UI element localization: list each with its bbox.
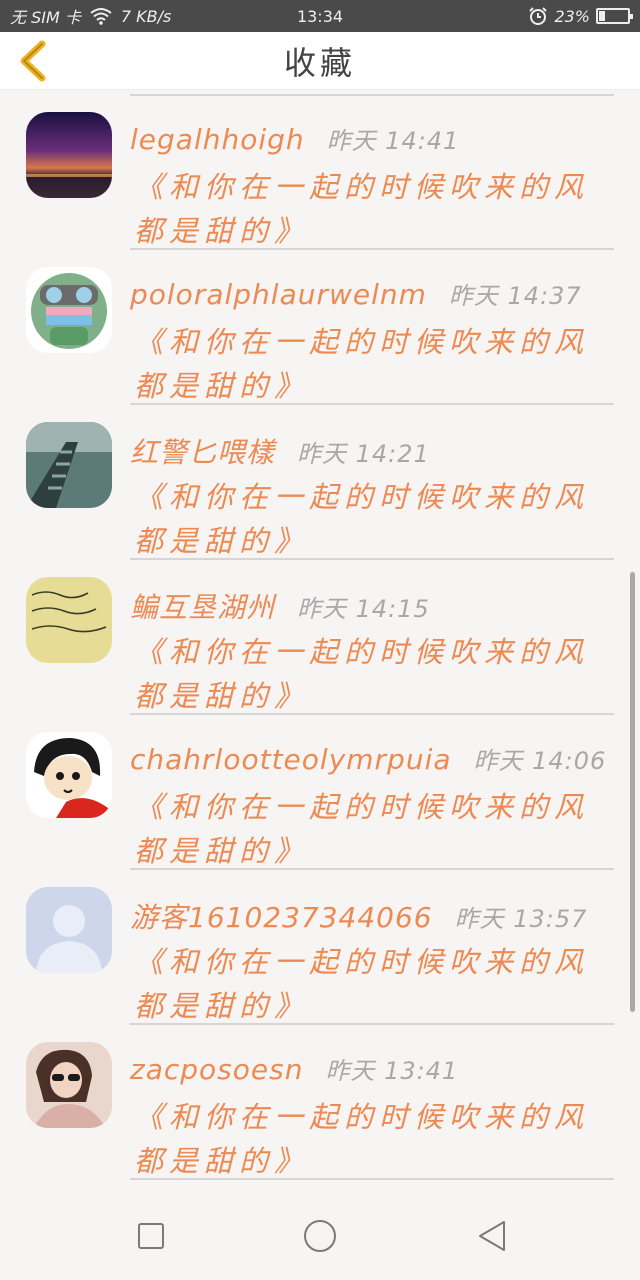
avatar[interactable] [26, 112, 112, 198]
username[interactable]: poloralphlaurwelnm [130, 278, 427, 311]
list-item[interactable]: 游客1610237344066 昨天 13:57 《和你在一起的时候吹来的风都是… [0, 870, 640, 1025]
message-text: 《和你在一起的时候吹来的风都是甜的》 [134, 635, 590, 713]
cartoon-frog-goggles-image [26, 267, 112, 353]
list-item[interactable]: poloralphlaurwelnm 昨天 14:37 《和你在一起的时候吹来的… [0, 250, 640, 405]
triangle-back-icon [479, 1221, 505, 1251]
username[interactable]: zacposoesn [130, 1053, 303, 1086]
username[interactable]: 鳊互垦湖州 [130, 586, 275, 626]
app-header: 收藏 [0, 32, 640, 90]
default-user-icon [26, 887, 112, 973]
wifi-icon [90, 8, 112, 25]
alarm-icon [529, 7, 548, 25]
avatar[interactable] [26, 1042, 112, 1128]
square-icon [138, 1223, 164, 1249]
recent-apps-button[interactable] [129, 1214, 173, 1258]
item-meta: 红警匕喂樣 昨天 14:21 [130, 431, 430, 471]
avatar[interactable] [26, 267, 112, 353]
username[interactable]: 游客1610237344066 [130, 896, 433, 936]
message-text: 《和你在一起的时候吹来的风都是甜的》 [134, 1100, 590, 1178]
avatar[interactable] [26, 887, 112, 973]
network-speed: 7 KB/s [120, 6, 172, 26]
item-meta: 游客1610237344066 昨天 13:57 [130, 896, 587, 936]
handwriting-note-image [26, 577, 112, 663]
sim-status: 无 SIM 卡 [10, 8, 81, 27]
timestamp: 昨天 14:21 [297, 440, 430, 468]
timestamp: 昨天 14:06 [473, 747, 607, 775]
message-text: 《和你在一起的时候吹来的风都是甜的》 [134, 945, 590, 1023]
status-left: 无 SIM 卡 7 KB/s [10, 4, 260, 28]
message-text: 《和你在一起的时候吹来的风都是甜的》 [134, 325, 590, 403]
item-meta: 鳊互垦湖州 昨天 14:15 [130, 586, 430, 626]
scrollbar[interactable] [630, 572, 635, 1012]
home-button[interactable] [298, 1214, 342, 1258]
battery-percent: 23% [554, 6, 590, 26]
message-text: 《和你在一起的时候吹来的风都是甜的》 [134, 790, 590, 868]
message-text: 《和你在一起的时候吹来的风都是甜的》 [134, 480, 590, 558]
list-item[interactable]: 鳊互垦湖州 昨天 14:15 《和你在一起的时候吹来的风都是甜的》 [0, 560, 640, 715]
message-text: 《和你在一起的时候吹来的风都是甜的》 [134, 170, 590, 248]
status-right: 23% [528, 6, 633, 26]
username[interactable]: chahrlootteolymrpuia [130, 743, 452, 776]
back-nav-button[interactable] [470, 1214, 514, 1258]
timestamp: 昨天 13:41 [325, 1057, 459, 1085]
item-meta: chahrlootteolymrpuia 昨天 14:06 [130, 741, 606, 776]
sky-sunset-image [26, 112, 112, 198]
timestamp: 昨天 14:15 [297, 595, 430, 623]
list-item[interactable]: legalhhoigh 昨天 14:41 《和你在一起的时候吹来的风都是甜的》 [0, 95, 640, 250]
chevron-left-icon [20, 40, 46, 82]
timestamp: 昨天 14:37 [448, 282, 582, 310]
page-title: 收藏 [283, 43, 356, 82]
system-nav-bar [0, 1190, 640, 1280]
item-meta: zacposoesn 昨天 13:41 [130, 1051, 458, 1086]
avatar[interactable] [26, 732, 112, 818]
railing-photo-image [26, 422, 112, 508]
avatar[interactable] [26, 422, 112, 508]
battery-icon [596, 8, 633, 24]
username[interactable]: 红警匕喂樣 [130, 431, 275, 471]
list-item[interactable]: chahrlootteolymrpuia 昨天 14:06 《和你在一起的时候吹… [0, 715, 640, 870]
favorites-list[interactable]: legalhhoigh 昨天 14:41 《和你在一起的时候吹来的风都是甜的》 … [0, 90, 640, 1190]
avatar[interactable] [26, 577, 112, 663]
item-meta: poloralphlaurwelnm 昨天 14:37 [130, 276, 582, 311]
status-bar: 无 SIM 卡 7 KB/s 13:34 23% [0, 0, 640, 32]
list-item[interactable]: zacposoesn 昨天 13:41 《和你在一起的时候吹来的风都是甜的》 [0, 1025, 640, 1180]
username[interactable]: legalhhoigh [130, 123, 305, 156]
list-item[interactable]: 红警匕喂樣 昨天 14:21 《和你在一起的时候吹来的风都是甜的》 [0, 405, 640, 560]
item-meta: legalhhoigh 昨天 14:41 [130, 121, 459, 156]
cartoon-girl-image [26, 732, 112, 818]
timestamp: 昨天 13:57 [454, 905, 588, 933]
timestamp: 昨天 14:41 [326, 127, 460, 155]
woman-sunglasses-image [26, 1042, 112, 1128]
back-button[interactable] [14, 38, 54, 84]
divider [130, 1178, 614, 1180]
circle-icon [304, 1220, 336, 1252]
